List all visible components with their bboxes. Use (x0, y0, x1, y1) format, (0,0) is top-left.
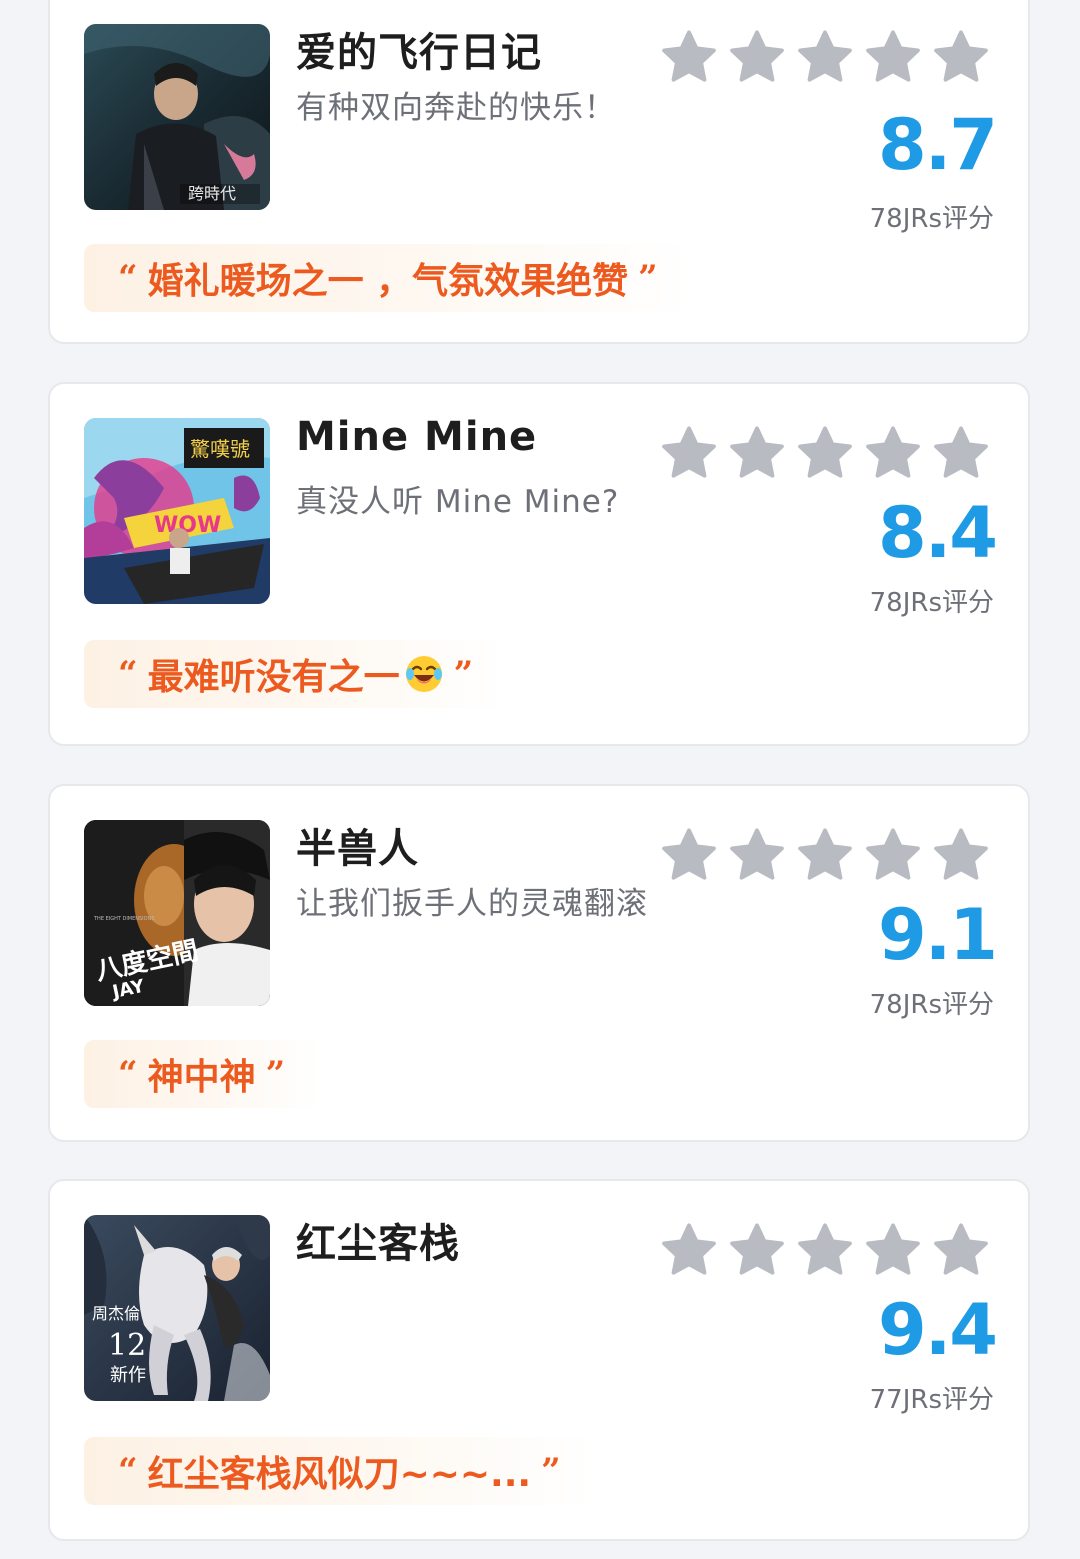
star-icon[interactable] (660, 424, 718, 482)
featured-comment[interactable]: “ 神中神 ” (84, 1040, 322, 1108)
featured-comment[interactable]: “ 婚礼暖场之一 ，气氛效果绝赞 ” (84, 244, 694, 312)
rater-count: 78JRs评分 (869, 588, 994, 618)
album-cover[interactable]: 驚嘆號 WOW (84, 418, 270, 604)
star-icon[interactable] (796, 826, 854, 884)
average-score: 9.1 (877, 894, 998, 976)
album-card[interactable]: 驚嘆號 WOW Mine Mine 真没人听 Mine Mine? 8.4 78… (48, 382, 1030, 746)
svg-text:驚嘆號: 驚嘆號 (190, 437, 250, 461)
close-quote-mark: ” (541, 1451, 561, 1491)
star-icon[interactable] (864, 28, 922, 86)
svg-text:新作: 新作 (110, 1365, 146, 1386)
comment-text: 神中神 (147, 1057, 256, 1098)
rater-count: 78JRs评分 (869, 204, 994, 234)
album-title: 爱的飞行日记 (296, 30, 542, 76)
album-cover[interactable]: 跨時代 (84, 24, 270, 210)
star-icon[interactable] (660, 1221, 718, 1279)
album-subtitle: 有种双向奔赴的快乐！ (296, 90, 616, 126)
album-card[interactable]: 跨時代 爱的飞行日记 有种双向奔赴的快乐！ 8.7 78JRs评分 “ 婚礼暖场… (48, 0, 1030, 344)
star-icon[interactable] (728, 424, 786, 482)
star-rating[interactable] (660, 424, 990, 482)
average-score: 8.7 (877, 104, 998, 186)
close-quote-mark: ” (638, 258, 658, 298)
album-title: 半兽人 (296, 826, 419, 872)
rater-count: 77JRs评分 (869, 1385, 994, 1415)
comment-text: 红尘客栈风似刀~~~... (147, 1454, 532, 1495)
star-icon[interactable] (660, 28, 718, 86)
close-quote-mark: ” (265, 1054, 286, 1094)
star-icon[interactable] (796, 424, 854, 482)
album-title: 红尘客栈 (296, 1221, 460, 1267)
album-title: Mine Mine (296, 414, 538, 460)
comment-text: 婚礼暖场之一 ，气氛效果绝赞 (147, 261, 629, 302)
star-icon[interactable] (932, 826, 990, 884)
open-quote-mark: “ (118, 258, 138, 298)
star-icon[interactable] (796, 1221, 854, 1279)
close-quote-mark: ” (453, 654, 474, 694)
star-rating[interactable] (660, 826, 990, 884)
rater-count: 78JRs评分 (869, 990, 994, 1020)
comment-text: 最难听没有之一 (147, 657, 400, 698)
star-icon[interactable] (932, 424, 990, 482)
album-cover[interactable]: THE EIGHT DIMENSIONS 八度空間 JAY (84, 820, 270, 1006)
featured-comment[interactable]: “ 最难听没有之一 ” (84, 640, 510, 708)
featured-comment[interactable]: “ 红尘客栈风似刀~~~... ” (84, 1437, 597, 1505)
star-icon[interactable] (796, 28, 854, 86)
star-icon[interactable] (932, 28, 990, 86)
svg-text:跨時代: 跨時代 (188, 184, 236, 203)
svg-text:12: 12 (108, 1328, 146, 1363)
album-cover[interactable]: 周杰倫 12 新作 (84, 1215, 270, 1401)
star-icon[interactable] (728, 28, 786, 86)
album-card[interactable]: THE EIGHT DIMENSIONS 八度空間 JAY 半兽人 让我们扳手人… (48, 784, 1030, 1142)
star-icon[interactable] (864, 826, 922, 884)
star-icon[interactable] (864, 424, 922, 482)
average-score: 8.4 (877, 492, 998, 574)
star-icon[interactable] (728, 1221, 786, 1279)
svg-text:周杰倫: 周杰倫 (92, 1304, 140, 1323)
star-icon[interactable] (864, 1221, 922, 1279)
album-subtitle: 真没人听 Mine Mine? (296, 484, 620, 520)
svg-text:THE EIGHT DIMENSIONS: THE EIGHT DIMENSIONS (93, 916, 155, 922)
star-rating[interactable] (660, 28, 990, 86)
star-icon[interactable] (932, 1221, 990, 1279)
average-score: 9.4 (877, 1289, 998, 1371)
open-quote-mark: “ (118, 1451, 138, 1491)
star-icon[interactable] (728, 826, 786, 884)
open-quote-mark: “ (118, 1054, 138, 1094)
laughing-crying-emoji-icon (405, 656, 442, 692)
star-icon[interactable] (660, 826, 718, 884)
star-rating[interactable] (660, 1221, 990, 1279)
album-subtitle: 让我们扳手人的灵魂翻滚 (296, 886, 648, 922)
open-quote-mark: “ (118, 654, 138, 694)
album-card[interactable]: 周杰倫 12 新作 红尘客栈 9.4 77JRs评分 “ 红尘客栈风似刀~~~.… (48, 1179, 1030, 1541)
